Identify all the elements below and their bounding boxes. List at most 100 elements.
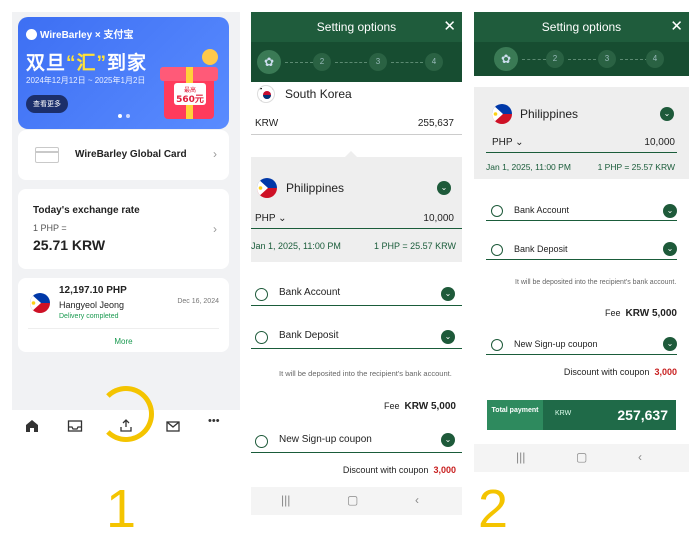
more-icon[interactable]: •••: [208, 415, 224, 431]
global-card-item[interactable]: WireBarley Global Card ›: [18, 130, 229, 180]
recipient-country: Philippines: [286, 181, 345, 195]
bank-icon: [255, 288, 268, 301]
option-coupon[interactable]: New Sign-up coupon: [279, 434, 372, 445]
coupon-icon: [255, 435, 268, 448]
exchange-rate-card[interactable]: Today's exchange rate 1 PHP = 25.71 KRW …: [18, 189, 229, 269]
chevron-down-icon[interactable]: ⌄: [663, 242, 677, 256]
rate-date: Jan 1, 2025, 11:00 PM: [486, 162, 571, 172]
bank-icon: [491, 205, 503, 217]
home-button-icon[interactable]: ▢: [347, 493, 358, 507]
screen-title: Setting options: [316, 20, 397, 34]
discount-row: Discount with coupon 3,000: [564, 367, 677, 377]
divider: [486, 259, 677, 260]
home-screen: WireBarley × 支付宝 双旦“汇”到家 2024年12月12日 ~ 2…: [12, 12, 240, 442]
option-coupon[interactable]: New Sign-up coupon: [514, 339, 598, 349]
mail-icon[interactable]: [165, 418, 181, 434]
divider: [28, 328, 219, 329]
option-bank-deposit[interactable]: Bank Deposit: [279, 330, 338, 341]
step-connector: [285, 62, 313, 63]
chevron-down-icon[interactable]: ⌄: [660, 107, 674, 121]
global-card-label: WireBarley Global Card: [75, 149, 187, 160]
step-2: 2: [313, 53, 331, 71]
philippines-flag-icon: [257, 178, 277, 198]
step-connector: [522, 59, 546, 60]
option-bank-deposit[interactable]: Bank Deposit: [514, 244, 568, 254]
chevron-down-icon[interactable]: ⌄: [441, 330, 455, 344]
receive-amount-input[interactable]: 10,000: [644, 137, 675, 148]
back-icon[interactable]: ‹: [415, 493, 419, 507]
carousel-dot-active: [118, 114, 122, 118]
receive-amount-input[interactable]: 10,000: [423, 213, 454, 224]
step-4: 4: [425, 53, 443, 71]
option-bank-account[interactable]: Bank Account: [514, 205, 569, 215]
sender-currency: KRW: [255, 118, 279, 129]
divider: [486, 152, 677, 153]
recipient-country: Philippines: [520, 107, 579, 121]
gift-box-icon: 最高 560元: [160, 49, 218, 119]
exchange-rate-value: 25.71 KRW: [33, 237, 106, 253]
system-nav-bar: ||| ▢ ‹: [474, 444, 689, 472]
system-nav-bar: ||| ▢ ‹: [251, 487, 462, 515]
total-payment-value: 257,637: [617, 407, 668, 423]
divider: [251, 134, 462, 135]
chevron-down-icon[interactable]: ⌄: [441, 433, 455, 447]
fee-value: KRW 5,000: [625, 308, 677, 319]
banner-view-more-button[interactable]: 查看更多: [26, 95, 68, 113]
recent-transaction-card[interactable]: 12,197.10 PHP Hangyeol Jeong Delivery co…: [18, 278, 229, 352]
banner-dates: 2024年12月12日 ~ 2025年1月2日: [26, 76, 146, 85]
exchange-rate-title: Today's exchange rate: [33, 205, 140, 216]
close-icon[interactable]: ✕: [443, 12, 456, 42]
inbox-icon[interactable]: [67, 418, 83, 434]
home-icon[interactable]: [24, 418, 40, 434]
fee-label: Fee: [383, 401, 400, 411]
promo-banner[interactable]: WireBarley × 支付宝 双旦“汇”到家 2024年12月12日 ~ 2…: [18, 17, 229, 129]
fee-row: Fee KRW 5,000: [605, 308, 677, 319]
step-3: 3: [598, 50, 616, 68]
headline-part-2: 到家: [107, 53, 148, 74]
divider: [486, 354, 677, 355]
send-amount-input[interactable]: 255,637: [418, 118, 454, 129]
rate-value: 1 PHP = 25.57 KRW: [597, 162, 675, 172]
divider: [251, 228, 462, 229]
home-button-icon[interactable]: ▢: [576, 450, 587, 464]
step-4: 4: [646, 50, 664, 68]
step-connector: [391, 62, 423, 63]
discount-label: Discount with coupon: [563, 367, 650, 377]
chevron-down-icon[interactable]: ⌄: [441, 287, 455, 301]
discount-label: Discount with coupon: [342, 465, 429, 475]
more-link[interactable]: More: [18, 337, 229, 346]
setting-options-screen-2: Setting options ✕ ✿ 2 3 4 Philippines ⌄ …: [474, 12, 689, 472]
step-connector: [568, 59, 596, 60]
recipient-currency: PHP: [255, 213, 276, 224]
carousel-dot: [126, 114, 130, 118]
chevron-down-icon[interactable]: ⌄: [663, 337, 677, 351]
close-icon[interactable]: ✕: [670, 12, 683, 42]
deposit-note: It will be deposited into the recipient'…: [515, 279, 677, 286]
step-indicator: ✿ 2 3 4: [474, 42, 689, 76]
step-number-label: 1: [106, 479, 137, 539]
step-1-leaf-icon: ✿: [257, 50, 281, 74]
back-icon[interactable]: ‹: [638, 450, 642, 464]
deposit-note: It will be deposited into the recipient'…: [279, 369, 452, 378]
option-bank-account[interactable]: Bank Account: [279, 287, 340, 298]
discount-value: 3,000: [433, 465, 456, 475]
banner-brand: WireBarley × 支付宝: [26, 26, 134, 41]
chevron-down-icon[interactable]: ⌄: [437, 181, 451, 195]
chevron-down-icon[interactable]: ⌄: [663, 204, 677, 218]
step-3: 3: [369, 53, 387, 71]
recipient-currency-select[interactable]: PHP ⌄: [492, 137, 524, 148]
coupon-top-text: 最高: [184, 86, 196, 94]
headline-highlight: “汇”: [66, 53, 108, 74]
chevron-down-icon: ⌄: [515, 137, 524, 148]
recents-icon[interactable]: |||: [281, 493, 290, 507]
exchange-rate-sub: 1 PHP =: [33, 223, 67, 233]
step-connector: [335, 62, 367, 63]
discount-value: 3,000: [654, 367, 677, 377]
fee-label: Fee: [604, 308, 621, 318]
chevron-right-icon: ›: [213, 147, 217, 161]
recents-icon[interactable]: |||: [516, 450, 525, 464]
screen-header: Setting options ✕: [251, 12, 462, 42]
deposit-icon: [255, 331, 268, 344]
recipient-currency-select[interactable]: PHP ⌄: [255, 213, 287, 224]
rate-value: 1 PHP = 25.57 KRW: [374, 241, 456, 251]
